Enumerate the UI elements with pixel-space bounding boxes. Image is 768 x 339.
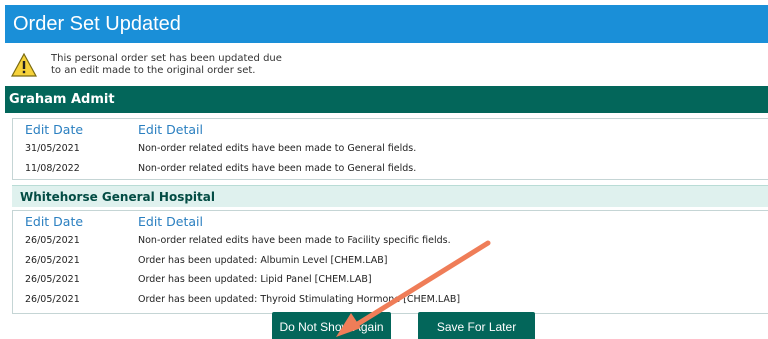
order-set-group-header: Graham Admit <box>5 86 768 113</box>
row-date: 26/05/2021 <box>25 293 80 305</box>
col-edit-detail: Edit Detail <box>138 121 204 137</box>
row-date: 26/05/2021 <box>25 235 80 247</box>
row-date: 26/05/2021 <box>25 254 80 266</box>
save-for-later-button[interactable]: Save For Later <box>418 312 535 339</box>
notice-line-2: to an edit made to the original order se… <box>51 64 256 76</box>
personal-edits-table: Edit Date Edit Detail 31/05/2021 Non-ord… <box>12 118 768 180</box>
row-detail: Non-order related edits have been made t… <box>138 162 417 174</box>
table-row: 26/05/2021 Order has been updated: Thyro… <box>13 290 768 310</box>
table-row: 31/05/2021 Non-order related edits have … <box>13 139 768 159</box>
row-detail: Order has been updated: Thyroid Stimulat… <box>138 293 461 305</box>
table-row: 11/08/2022 Non-order related edits have … <box>13 159 768 179</box>
warning-icon <box>11 52 37 77</box>
facility-edits-table: Edit Date Edit Detail 26/05/2021 Non-ord… <box>12 210 768 314</box>
notice-line-1: This personal order set has been updated… <box>51 52 282 64</box>
table-row: 26/05/2021 Non-order related edits have … <box>13 231 768 251</box>
table-header: Edit Date Edit Detail <box>13 119 768 139</box>
table-row: 26/05/2021 Order has been updated: Album… <box>13 251 768 271</box>
row-detail: Order has been updated: Lipid Panel [CHE… <box>138 274 372 286</box>
dialog-title: Order Set Updated <box>5 5 768 43</box>
col-edit-date: Edit Date <box>25 213 84 229</box>
col-edit-date: Edit Date <box>25 121 84 137</box>
col-edit-detail: Edit Detail <box>138 213 204 229</box>
row-detail: Non-order related edits have been made t… <box>138 235 451 247</box>
row-detail: Order has been updated: Albumin Level [C… <box>138 254 388 266</box>
facility-header: Whitehorse General Hospital <box>12 185 768 207</box>
row-date: 26/05/2021 <box>25 274 80 286</box>
notice-message: This personal order set has been updated… <box>51 53 282 77</box>
update-notice: This personal order set has been updated… <box>5 43 768 86</box>
row-detail: Non-order related edits have been made t… <box>138 143 417 155</box>
table-row: 26/05/2021 Order has been updated: Lipid… <box>13 270 768 290</box>
table-header: Edit Date Edit Detail <box>13 211 768 231</box>
row-date: 11/08/2022 <box>25 162 80 174</box>
do-not-show-again-button[interactable]: Do Not Show Again <box>272 312 391 339</box>
row-date: 31/05/2021 <box>25 143 80 155</box>
